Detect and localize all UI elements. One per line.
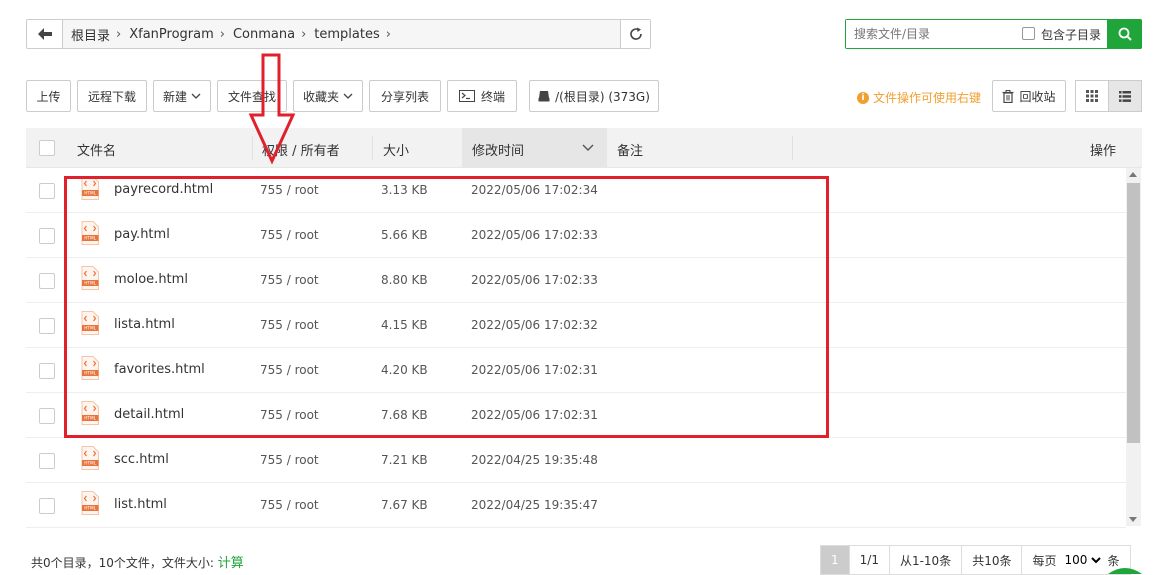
back-button[interactable] xyxy=(27,20,63,48)
pagination: 1 1/1 从1-10条 共10条 每页 100 条 xyxy=(820,545,1131,575)
header-name[interactable]: 文件名 xyxy=(77,140,116,159)
table-row[interactable]: HTML list.html 755 / root 7.67 KB 2022/04/25… xyxy=(26,483,1126,528)
chevron-down-icon xyxy=(191,93,201,99)
share-list-label: 分享列表 xyxy=(380,89,429,104)
terminal-button[interactable]: 终端 xyxy=(447,80,517,112)
arrow-left-icon xyxy=(37,28,52,40)
search-input[interactable] xyxy=(846,20,1021,48)
file-size: 7.67 KB xyxy=(381,498,428,512)
header-mtime[interactable]: 修改时间 xyxy=(472,140,524,159)
info-icon: i xyxy=(857,91,869,104)
row-checkbox[interactable] xyxy=(39,273,55,289)
header-size[interactable]: 大小 xyxy=(383,140,409,159)
refresh-button[interactable] xyxy=(620,20,650,48)
column-divider xyxy=(372,136,373,160)
row-checkbox[interactable] xyxy=(39,183,55,199)
file-permission[interactable]: 755 / root xyxy=(260,453,319,467)
disk-icon xyxy=(538,91,550,102)
upload-button[interactable]: 上传 xyxy=(26,80,71,112)
table-row[interactable]: HTML scc.html 755 / root 7.21 KB 2022/04/25 … xyxy=(26,438,1126,483)
breadcrumb: 根目录 › XfanProgram › Conmana › templates › xyxy=(26,19,651,49)
include-subdir-checkbox[interactable] xyxy=(1022,27,1035,40)
upload-label: 上传 xyxy=(36,89,61,104)
highlight-box xyxy=(64,176,829,438)
per-page-label: 每页 xyxy=(1032,553,1057,568)
grid-icon xyxy=(1086,90,1098,102)
refresh-icon xyxy=(629,27,642,40)
column-divider xyxy=(792,136,793,160)
chevron-down-icon xyxy=(343,93,353,99)
html-file-icon: HTML xyxy=(81,446,99,470)
annotation-arrow-icon xyxy=(248,53,296,165)
breadcrumb-path: 根目录 › XfanProgram › Conmana › templates › xyxy=(63,20,620,48)
page-current[interactable]: 1 xyxy=(821,546,850,574)
chevron-down-icon xyxy=(582,144,594,151)
header-remark: 备注 xyxy=(617,144,644,159)
svg-text:HTML: HTML xyxy=(84,506,97,512)
page-range: 从1-10条 xyxy=(889,546,963,574)
page-count: 共10条 xyxy=(962,546,1023,574)
html-file-icon: HTML xyxy=(81,491,99,515)
page-total: 1/1 xyxy=(849,546,890,574)
disk-label: /(根目录) (373G) xyxy=(555,89,650,104)
disk-button[interactable]: /(根目录) (373G) xyxy=(529,80,659,112)
breadcrumb-segment[interactable]: XfanProgram xyxy=(121,27,220,42)
favorites-label: 收藏夹 xyxy=(302,89,339,104)
summary-text: 共0个目录，10个文件，文件大小: xyxy=(31,556,218,570)
grid-view-button[interactable] xyxy=(1075,80,1109,112)
breadcrumb-segment[interactable]: Conmana xyxy=(225,27,301,42)
table-header: 文件名 权限 / 所有者 大小 修改时间 备注 操作 xyxy=(26,128,1142,168)
breadcrumb-segment[interactable]: 根目录 xyxy=(63,25,116,44)
file-name[interactable]: list.html xyxy=(114,497,167,512)
row-checkbox[interactable] xyxy=(39,408,55,424)
list-icon xyxy=(1119,90,1131,102)
per-page-select[interactable]: 100 xyxy=(1060,552,1104,568)
scroll-down-icon[interactable] xyxy=(1129,517,1137,522)
new-button[interactable]: 新建 xyxy=(153,80,211,112)
remote-download-button[interactable]: 远程下载 xyxy=(77,80,147,112)
breadcrumb-segment[interactable]: templates xyxy=(306,27,385,42)
tip-text: 文件操作可使用右键 xyxy=(873,91,982,105)
scrollbar-thumb[interactable] xyxy=(1127,183,1140,443)
scroll-up-icon[interactable] xyxy=(1129,172,1137,177)
include-subdir-label: 包含子目录 xyxy=(1041,28,1102,42)
recycle-bin-button[interactable]: 回收站 xyxy=(992,80,1066,112)
file-name[interactable]: scc.html xyxy=(114,452,169,467)
file-permission[interactable]: 755 / root xyxy=(260,498,319,512)
right-click-tip: i 文件操作可使用右键 xyxy=(857,89,981,106)
terminal-label: 终端 xyxy=(480,89,505,104)
row-checkbox[interactable] xyxy=(39,363,55,379)
favorites-button[interactable]: 收藏夹 xyxy=(293,80,363,112)
recycle-bin-label: 回收站 xyxy=(1019,89,1056,104)
search-box: 包含子目录 xyxy=(845,19,1142,49)
row-checkbox[interactable] xyxy=(39,498,55,514)
share-list-button[interactable]: 分享列表 xyxy=(369,80,441,112)
svg-text:HTML: HTML xyxy=(84,461,97,467)
new-label: 新建 xyxy=(162,89,187,104)
search-button[interactable] xyxy=(1107,19,1142,49)
row-checkbox[interactable] xyxy=(39,228,55,244)
breadcrumb-separator: › xyxy=(385,26,391,42)
header-ops: 操作 xyxy=(1090,144,1117,159)
row-checkbox[interactable] xyxy=(39,453,55,469)
list-view-button[interactable] xyxy=(1108,80,1142,112)
remote-download-label: 远程下载 xyxy=(87,89,136,104)
file-mtime: 2022/04/25 19:35:48 xyxy=(471,453,598,467)
scrollbar[interactable] xyxy=(1126,168,1141,526)
floating-widget-edge[interactable] xyxy=(1108,566,1142,574)
file-summary: 共0个目录，10个文件，文件大小: 计算 xyxy=(31,552,244,571)
terminal-icon xyxy=(458,90,475,102)
file-size: 7.21 KB xyxy=(381,453,428,467)
search-icon xyxy=(1118,27,1132,41)
trash-icon xyxy=(1002,89,1014,103)
select-all-checkbox[interactable] xyxy=(39,140,55,156)
calculate-size-link[interactable]: 计算 xyxy=(218,556,244,571)
row-checkbox[interactable] xyxy=(39,318,55,334)
file-mtime: 2022/04/25 19:35:47 xyxy=(471,498,598,512)
